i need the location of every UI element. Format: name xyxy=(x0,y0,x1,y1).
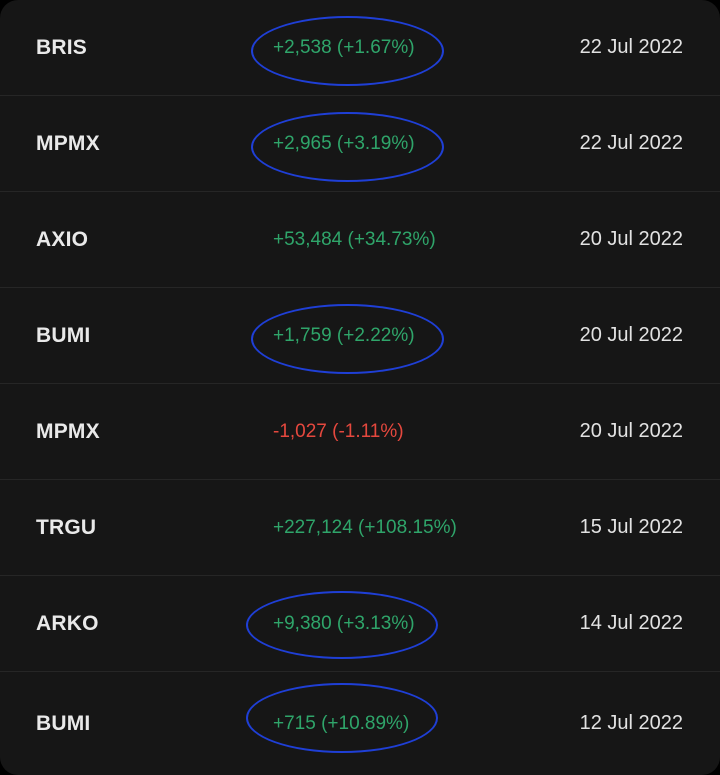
ticker-symbol: TRGU xyxy=(36,515,97,539)
list-item[interactable]: MPMX +2,965 (+3.19%) 22 Jul 2022 xyxy=(0,96,720,192)
trade-date: 14 Jul 2022 xyxy=(579,612,683,634)
ticker-symbol: MPMX xyxy=(36,419,100,443)
ticker-symbol: ARKO xyxy=(36,611,99,635)
list-item[interactable]: BRIS +2,538 (+1.67%) 22 Jul 2022 xyxy=(0,0,720,96)
ticker-symbol: AXIO xyxy=(36,227,89,251)
ticker-symbol: BUMI xyxy=(36,323,91,347)
trade-date: 22 Jul 2022 xyxy=(579,132,683,154)
ticker-symbol: BUMI xyxy=(36,711,91,735)
price-change: +53,484 (+34.73%) xyxy=(273,228,436,250)
list-item[interactable]: AXIO +53,484 (+34.73%) 20 Jul 2022 xyxy=(0,192,720,288)
trade-date: 12 Jul 2022 xyxy=(579,712,683,734)
trade-date: 20 Jul 2022 xyxy=(579,324,683,346)
price-change: +9,380 (+3.13%) xyxy=(273,612,415,634)
price-change: +715 (+10.89%) xyxy=(273,712,410,734)
list-item[interactable]: TRGU +227,124 (+108.15%) 15 Jul 2022 xyxy=(0,480,720,576)
trade-date: 20 Jul 2022 xyxy=(579,228,683,250)
trade-date: 22 Jul 2022 xyxy=(579,36,683,58)
price-change: +1,759 (+2.22%) xyxy=(273,324,415,346)
trade-date: 20 Jul 2022 xyxy=(579,420,683,442)
price-change: +227,124 (+108.15%) xyxy=(273,516,457,538)
list-item[interactable]: BUMI +1,759 (+2.22%) 20 Jul 2022 xyxy=(0,288,720,384)
list-item[interactable]: MPMX -1,027 (-1.11%) 20 Jul 2022 xyxy=(0,384,720,480)
ticker-symbol: BRIS xyxy=(36,35,87,59)
price-change: +2,965 (+3.19%) xyxy=(273,132,415,154)
list-item[interactable]: ARKO +9,380 (+3.13%) 14 Jul 2022 xyxy=(0,576,720,672)
trade-date: 15 Jul 2022 xyxy=(579,516,683,538)
price-change: -1,027 (-1.11%) xyxy=(273,420,404,442)
price-change: +2,538 (+1.67%) xyxy=(273,36,415,58)
trade-history-list: BRIS +2,538 (+1.67%) 22 Jul 2022 MPMX +2… xyxy=(0,0,720,775)
list-item[interactable]: BUMI +715 (+10.89%) 12 Jul 2022 xyxy=(0,672,720,775)
ticker-symbol: MPMX xyxy=(36,131,100,155)
